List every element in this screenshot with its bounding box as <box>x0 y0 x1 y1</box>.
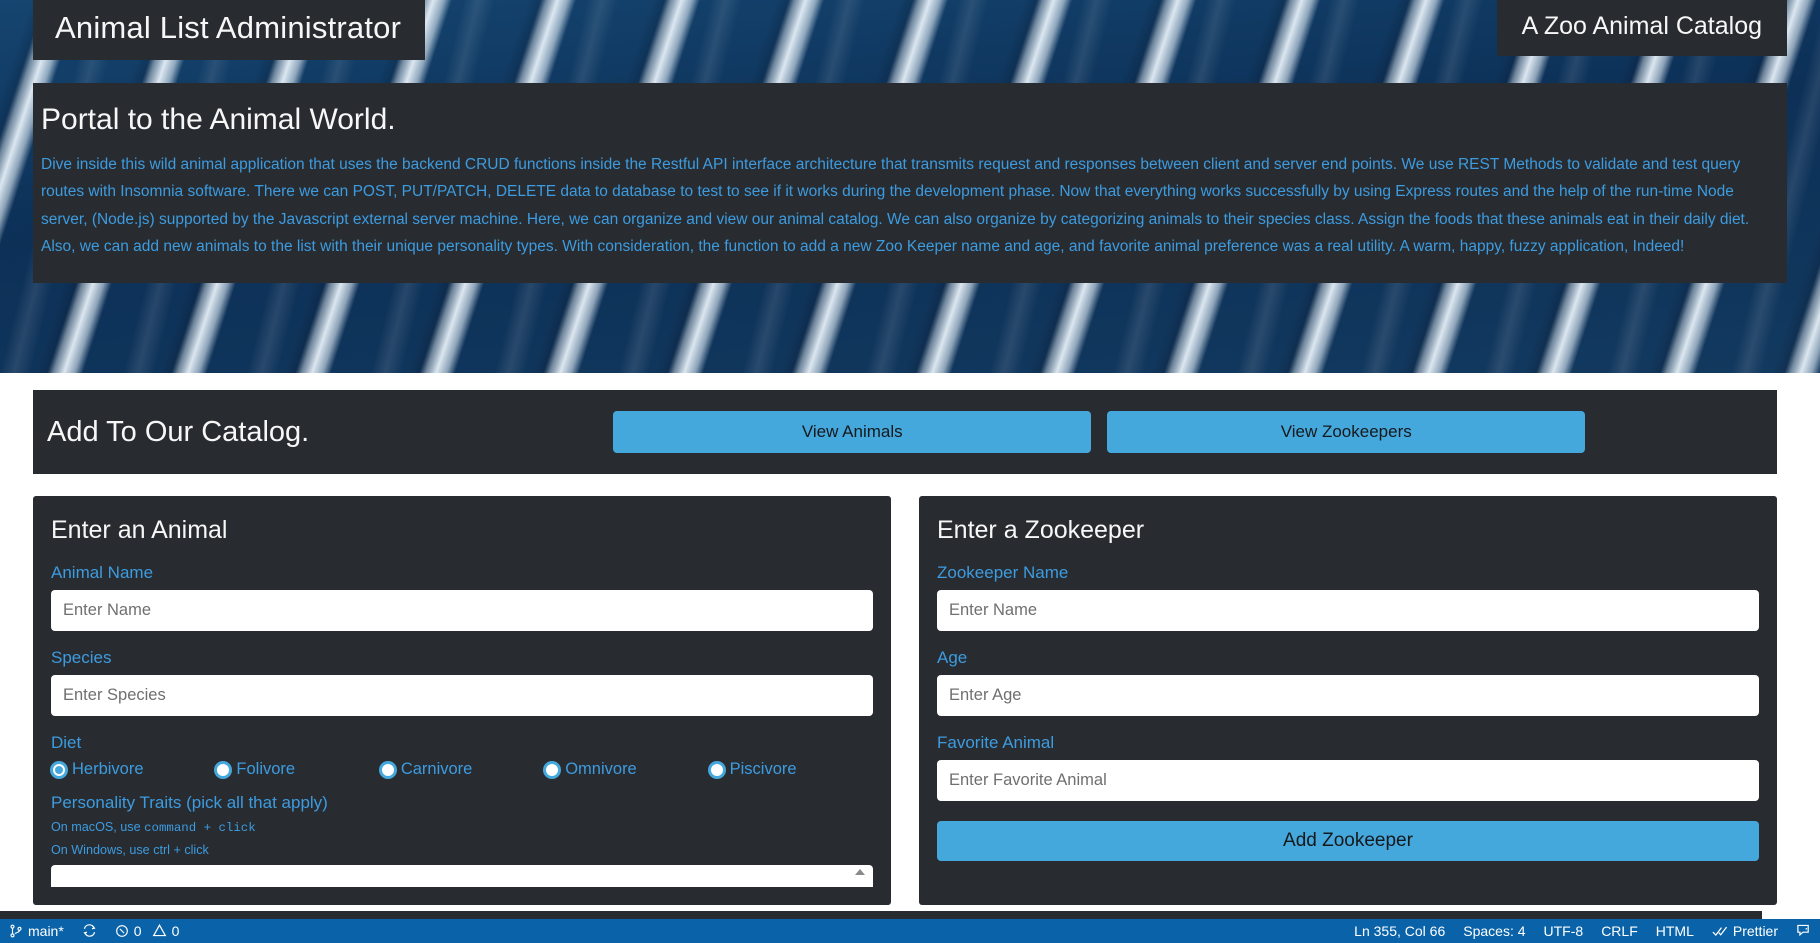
diet-radio-omnivore[interactable]: Omnivore <box>544 760 708 779</box>
chevron-down-icon <box>855 869 865 875</box>
zookeeper-form-panel: Enter a Zookeeper Zookeeper Name Age Fav… <box>919 496 1777 905</box>
animal-name-label: Animal Name <box>51 563 154 582</box>
notifications-bell[interactable] <box>1787 918 1820 943</box>
radio-empty-icon[interactable] <box>544 761 561 778</box>
add-zookeeper-button[interactable]: Add Zookeeper <box>937 821 1759 861</box>
page-title-plate: Animal List Administrator <box>33 0 426 60</box>
source-control-branch[interactable]: main* <box>0 918 73 943</box>
animal-species-input[interactable] <box>51 675 873 716</box>
view-zookeepers-button[interactable]: View Zookeepers <box>1107 411 1586 453</box>
personality-traits-multiselect[interactable] <box>51 865 873 887</box>
check-all-icon <box>1712 924 1728 938</box>
feedback-icon <box>1796 923 1811 938</box>
section-divider <box>0 373 1820 390</box>
error-count: 0 <box>133 922 142 939</box>
view-animals-button[interactable]: View Animals <box>613 411 1092 453</box>
radio-filled-icon[interactable] <box>51 761 67 778</box>
end-of-line-sequence[interactable]: CRLF <box>1592 918 1647 943</box>
diet-radio-folivore[interactable]: Folivore <box>215 760 379 779</box>
animal-species-label: Species <box>51 648 112 667</box>
status-bar-top-strip <box>0 911 1762 919</box>
diet-radio-group: Herbivore Folivore Carnivore Omnivore Pi… <box>51 760 873 779</box>
catalog-button-group: View Animals View Zookeepers <box>613 411 1586 453</box>
diet-option-label: Folivore <box>236 760 296 778</box>
error-circle-icon <box>115 924 129 938</box>
diet-radio-herbivore[interactable]: Herbivore <box>51 760 215 779</box>
problems-indicator[interactable]: 0 0 <box>106 918 189 943</box>
personality-traits-label: Personality Traits (pick all that apply) <box>51 793 328 812</box>
diet-option-label: Omnivore <box>565 760 637 778</box>
catalog-heading: Add To Our Catalog. <box>47 415 310 448</box>
catalog-subtitle-plate: A Zoo Animal Catalog <box>1496 0 1787 56</box>
hint-macos-shortcut: command + click <box>144 821 256 835</box>
radio-empty-icon[interactable] <box>708 761 725 778</box>
status-bar-top-strip-light <box>1762 911 1820 919</box>
diet-radio-piscivore[interactable]: Piscivore <box>708 760 873 779</box>
hint-macos: On macOS, use command + click <box>51 820 873 836</box>
diet-option-label: Herbivore <box>72 760 144 778</box>
portal-intro-card: Portal to the Animal World. Dive inside … <box>33 83 1787 283</box>
sync-changes-button[interactable] <box>73 918 106 943</box>
zookeeper-age-input[interactable] <box>937 675 1759 716</box>
language-mode[interactable]: HTML <box>1647 918 1703 943</box>
git-branch-icon <box>9 924 23 938</box>
status-bar-right-group: Ln 355, Col 66 Spaces: 4 UTF-8 CRLF HTML… <box>1345 918 1820 943</box>
warning-triangle-icon <box>152 923 167 938</box>
zookeeper-age-label: Age <box>937 648 968 667</box>
branch-name: main* <box>28 922 64 939</box>
indentation-setting[interactable]: Spaces: 4 <box>1454 918 1534 943</box>
hint-macos-text: On macOS, use <box>51 820 145 834</box>
catalog-subtitle: A Zoo Animal Catalog <box>1521 12 1762 40</box>
animal-form-heading: Enter an Animal <box>51 516 228 544</box>
warning-count: 0 <box>171 922 180 939</box>
diet-option-label: Carnivore <box>400 760 473 778</box>
cursor-position[interactable]: Ln 355, Col 66 <box>1345 918 1454 943</box>
editor-status-bar: main* 0 0 Ln 355, Col 66 Spaces: 4 UTF-8… <box>0 911 1820 943</box>
animal-form-panel: Enter an Animal Animal Name Species Diet… <box>33 496 891 905</box>
portal-paragraph: Dive inside this wild animal application… <box>41 156 1750 256</box>
zookeeper-form-heading: Enter a Zookeeper <box>937 516 1145 544</box>
zookeeper-name-label: Zookeeper Name <box>937 563 1069 582</box>
status-bar-left-group: main* 0 0 <box>0 918 188 943</box>
animal-diet-label: Diet <box>51 733 82 752</box>
radio-empty-icon[interactable] <box>379 761 396 778</box>
formatter-name: Prettier <box>1732 922 1778 939</box>
animal-name-input[interactable] <box>51 590 873 631</box>
catalog-toolbar: Add To Our Catalog. View Animals View Zo… <box>33 390 1777 474</box>
forms-row: Enter an Animal Animal Name Species Diet… <box>33 496 1787 905</box>
sync-icon <box>82 923 97 938</box>
file-encoding[interactable]: UTF-8 <box>1535 918 1593 943</box>
portal-heading: Portal to the Animal World. <box>41 103 396 136</box>
formatter-status[interactable]: Prettier <box>1703 918 1787 943</box>
diet-radio-carnivore[interactable]: Carnivore <box>379 760 544 779</box>
page-title: Animal List Administrator <box>55 10 402 45</box>
zookeeper-favorite-animal-label: Favorite Animal <box>937 733 1055 752</box>
diet-option-label: Piscivore <box>729 760 797 778</box>
zookeeper-name-input[interactable] <box>937 590 1759 631</box>
zookeeper-favorite-animal-input[interactable] <box>937 760 1759 801</box>
radio-empty-icon[interactable] <box>215 761 232 778</box>
hint-windows: On Windows, use ctrl + click <box>51 843 209 857</box>
hero-banner: Animal List Administrator A Zoo Animal C… <box>0 0 1820 373</box>
